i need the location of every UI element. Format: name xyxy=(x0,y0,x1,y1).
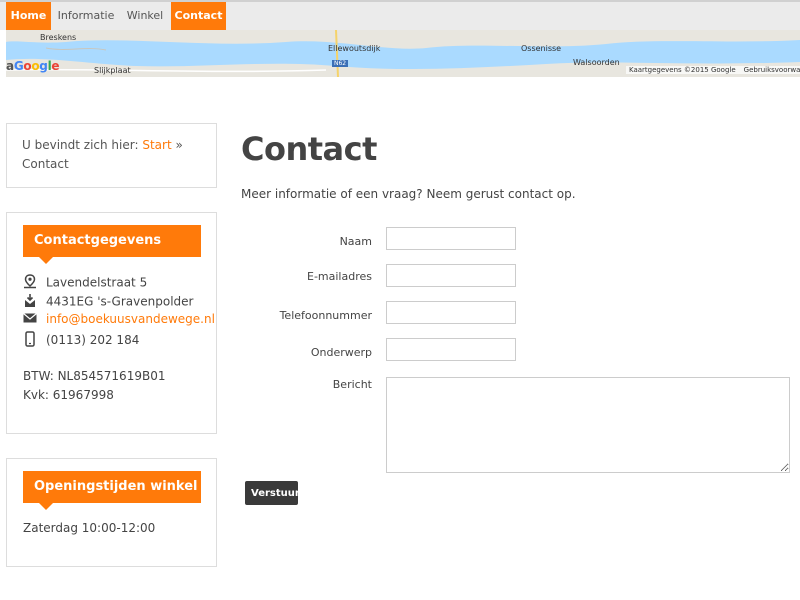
contact-btw: BTW: NL854571619B01 xyxy=(23,369,166,383)
breadcrumb-start-link[interactable]: Start xyxy=(142,138,171,152)
subject-label: Onderwerp xyxy=(310,346,372,359)
breadcrumb-separator: » xyxy=(175,138,183,152)
contact-postal-row: 4431EG 's-Gravenpolder xyxy=(23,293,193,311)
contact-widget: Contactgegevens Lavendelstraat 5 4431EG … xyxy=(6,212,217,434)
breadcrumb-current: Contact xyxy=(22,157,69,171)
name-input[interactable] xyxy=(386,227,516,250)
contact-email-link[interactable]: info@boekuusvandewege.nl xyxy=(46,312,215,326)
breadcrumb-prefix: U bevindt zich hier: xyxy=(22,138,139,152)
map-label-breskens: Breskens xyxy=(40,33,77,42)
contact-address-row: Lavendelstraat 5 xyxy=(23,274,147,292)
envelope-icon xyxy=(23,312,40,327)
nav-winkel[interactable]: Winkel xyxy=(120,2,170,30)
phone-input[interactable] xyxy=(386,301,516,324)
map-terms-link[interactable]: Gebruiksvoorwa xyxy=(744,66,800,74)
contact-phone-row: (0113) 202 184 xyxy=(23,331,139,350)
email-label: E-mailadres xyxy=(307,270,372,283)
opening-hours-title: Openingstijden winkel xyxy=(23,471,201,510)
map-embed[interactable]: Breskens Slijkplaat Ellewoutsdijk Osseni… xyxy=(6,30,800,77)
map-label-walsoorden: Walsoorden xyxy=(573,58,620,67)
top-navigation: Home Informatie Winkel Contact xyxy=(0,0,800,30)
page-title: Contact xyxy=(241,130,377,168)
submit-button[interactable]: Verstuur xyxy=(245,481,300,505)
page-intro: Meer informatie of een vraag? Neem gerus… xyxy=(241,187,576,201)
breadcrumb: U bevindt zich hier: Start » Contact xyxy=(6,123,217,188)
contact-email-row: info@boekuusvandewege.nl xyxy=(23,312,215,327)
map-label-ellewoutsdijk: Ellewoutsdijk xyxy=(328,44,381,53)
mailbox-icon xyxy=(23,293,40,311)
subject-input[interactable] xyxy=(386,338,516,361)
contact-address: Lavendelstraat 5 xyxy=(46,275,148,290)
nav-contact[interactable]: Contact xyxy=(171,2,226,30)
map-attribution-text: Kaartgegevens ©2015 Google xyxy=(629,66,736,74)
google-logo: aGoogle xyxy=(6,59,60,73)
phone-icon xyxy=(23,331,40,350)
contact-kvk: Kvk: 61967998 xyxy=(23,388,114,402)
phone-label: Telefoonnummer xyxy=(279,309,372,322)
contact-postal: 4431EG 's-Gravenpolder xyxy=(46,294,194,309)
name-label: Naam xyxy=(339,235,372,248)
map-attribution: Kaartgegevens ©2015 Google Gebruiksvoorwa xyxy=(626,66,800,74)
contact-widget-title: Contactgegevens xyxy=(23,225,201,264)
opening-hours-widget: Openingstijden winkel Zaterdag 10:00-12:… xyxy=(6,458,217,567)
nav-informatie[interactable]: Informatie xyxy=(54,2,118,30)
email-input[interactable] xyxy=(386,264,516,287)
map-label-ossenisse: Ossenisse xyxy=(521,44,562,53)
message-textarea[interactable] xyxy=(386,377,790,473)
map-pin-icon xyxy=(23,274,40,292)
opening-hours-line: Zaterdag 10:00-12:00 xyxy=(23,521,156,535)
map-label-slijkplaat: Slijkplaat xyxy=(94,66,131,75)
contact-phone: (0113) 202 184 xyxy=(46,333,140,347)
nav-home[interactable]: Home xyxy=(6,2,51,30)
map-road-badge: N62 xyxy=(332,60,349,67)
message-label: Bericht xyxy=(332,378,372,391)
